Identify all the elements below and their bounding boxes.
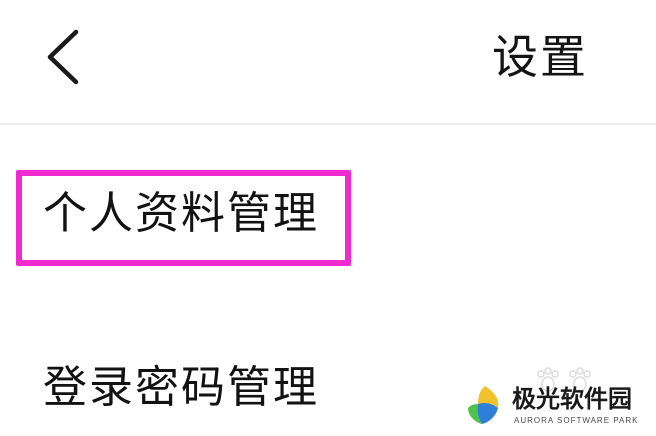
header-bar: 设置 [0, 0, 656, 123]
page-title: 设置 [492, 30, 588, 84]
header-divider [0, 123, 656, 125]
watermark-name: 极光软件园 [512, 385, 632, 413]
menu-item-profile-management[interactable]: 个人资料管理 [0, 166, 656, 262]
menu-item-label: 登录密码管理 [43, 362, 319, 413]
watermark-subtitle: AURORA SOFTWARE PARK [514, 416, 639, 425]
watermark: 极光软件园 AURORA SOFTWARE PARK [460, 367, 656, 436]
menu-item-label: 个人资料管理 [43, 188, 319, 239]
aurora-logo-icon [468, 386, 499, 424]
chevron-left-icon [47, 29, 79, 85]
back-button[interactable] [42, 26, 92, 88]
